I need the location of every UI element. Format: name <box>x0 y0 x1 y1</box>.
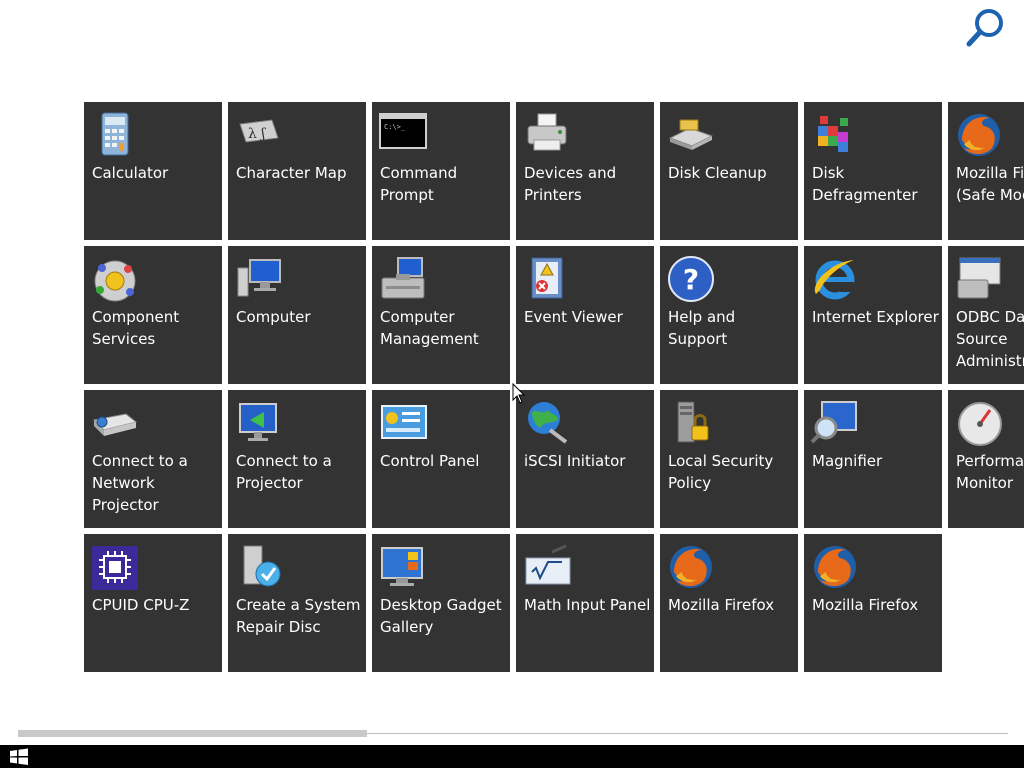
tile-label: Component Services <box>92 308 180 348</box>
tile-label: Computer <box>236 308 311 326</box>
windows-logo-icon <box>10 748 28 765</box>
tile-label: Magnifier <box>812 452 883 470</box>
character-map-icon: λ ʃ <box>239 119 279 143</box>
tile-label: Disk Defragmenter <box>812 164 918 204</box>
firefox-icon <box>958 114 1000 156</box>
tile-label: Performan Monitor <box>956 452 1024 492</box>
tile-mozilla-firefox-1[interactable]: Mozilla Firefox <box>660 534 798 672</box>
svg-text:?: ? <box>683 263 699 296</box>
computer-management-icon <box>381 257 425 299</box>
tile-label: CPUID CPU-Z <box>92 596 190 614</box>
tile-connect-network-projector[interactable]: Connect to a Network Projector <box>84 390 222 528</box>
tile-create-system-repair-disc[interactable]: Create a System Repair Disc <box>228 534 366 672</box>
printer-icon <box>527 113 567 151</box>
search-button[interactable] <box>962 6 1010 50</box>
odbc-icon <box>957 257 1001 299</box>
firefox-icon <box>670 546 712 588</box>
horizontal-scrollbar-thumb[interactable] <box>18 730 367 737</box>
tile-label: Desktop Gadget Gallery <box>380 596 502 636</box>
tile-desktop-gadget-gallery[interactable]: Desktop Gadget Gallery <box>372 534 510 672</box>
tile-internet-explorer[interactable]: Internet Explorer <box>804 246 942 384</box>
tile-label: Calculator <box>92 164 169 182</box>
tile-label: Mozilla Fi (Safe Mod <box>956 164 1024 204</box>
tile-devices-and-printers[interactable]: Devices and Printers <box>516 102 654 240</box>
tile-label: Character Map <box>236 164 347 182</box>
tile-label: Connect to a Network Projector <box>92 452 188 514</box>
tile-label: Help and Support <box>668 308 736 348</box>
projector-icon <box>239 403 277 441</box>
cpu-z-icon <box>92 546 138 590</box>
tile-cpuid-cpu-z[interactable]: CPUID CPU-Z <box>84 534 222 672</box>
svg-text:C:\>_: C:\>_ <box>384 123 406 131</box>
tile-label: Devices and Printers <box>524 164 617 204</box>
firefox-icon <box>814 546 856 588</box>
search-icon <box>966 9 1003 47</box>
tile-performance-monitor[interactable]: Performan Monitor <box>948 390 1024 528</box>
tile-label: ODBC Dat Source Administr <box>956 308 1024 370</box>
tile-label: Mozilla Firefox <box>812 596 919 614</box>
tile-character-map[interactable]: λ ʃ Character Map <box>228 102 366 240</box>
tile-local-security-policy[interactable]: Local Security Policy <box>660 390 798 528</box>
tile-label: Disk Cleanup <box>668 164 767 182</box>
calculator-icon <box>101 112 129 156</box>
internet-explorer-icon <box>814 260 855 300</box>
control-panel-icon <box>381 405 427 439</box>
disk-defragmenter-icon <box>818 116 848 152</box>
tile-iscsi-initiator[interactable]: iSCSI Initiator <box>516 390 654 528</box>
tile-disk-cleanup[interactable]: Disk Cleanup <box>660 102 798 240</box>
tile-magnifier[interactable]: Magnifier <box>804 390 942 528</box>
magnifier-icon <box>810 401 857 444</box>
tile-label: Computer Management <box>380 308 479 348</box>
tile-label: Event Viewer <box>524 308 623 326</box>
performance-monitor-icon <box>958 402 1002 446</box>
tile-mozilla-firefox-2[interactable]: Mozilla Firefox <box>804 534 942 672</box>
tile-command-prompt[interactable]: C:\>_ Command Prompt <box>372 102 510 240</box>
component-services-icon <box>94 260 136 302</box>
tile-label: Control Panel <box>380 452 480 470</box>
repair-disc-icon <box>243 545 281 587</box>
help-icon: ? <box>668 256 714 302</box>
tile-label: Local Security Policy <box>668 452 774 492</box>
tile-label: Math Input Panel <box>524 596 651 614</box>
tile-label: Internet Explorer <box>812 308 939 326</box>
security-policy-icon <box>677 401 709 443</box>
tile-component-services[interactable]: Component Services <box>84 246 222 384</box>
tile-label: iSCSI Initiator <box>524 452 626 470</box>
tile-help-and-support[interactable]: ? Help and Support <box>660 246 798 384</box>
tile-event-viewer[interactable]: Event Viewer <box>516 246 654 384</box>
tile-calculator[interactable]: Calculator <box>84 102 222 240</box>
tile-label: Command Prompt <box>380 164 458 204</box>
iscsi-icon <box>528 402 568 444</box>
start-button[interactable] <box>8 747 30 767</box>
gadget-gallery-icon <box>381 547 423 586</box>
tile-disk-defragmenter[interactable]: Disk Defragmenter <box>804 102 942 240</box>
tile-math-input-panel[interactable]: Math Input Panel <box>516 534 654 672</box>
taskbar <box>0 745 1024 768</box>
math-input-icon <box>525 544 571 585</box>
computer-icon <box>237 259 281 297</box>
tile-mozilla-firefox-safe-mode[interactable]: Mozilla Fi (Safe Mod <box>948 102 1024 240</box>
tile-label: Connect to a Projector <box>236 452 332 492</box>
tile-connect-projector[interactable]: Connect to a Projector <box>228 390 366 528</box>
tile-label: Mozilla Firefox <box>668 596 775 614</box>
disk-cleanup-icon <box>668 119 714 150</box>
svg-text:λ ʃ: λ ʃ <box>248 126 266 142</box>
tile-control-panel[interactable]: Control Panel <box>372 390 510 528</box>
tile-computer[interactable]: Computer <box>228 246 366 384</box>
tile-odbc-data-source[interactable]: ODBC Dat Source Administr <box>948 246 1024 384</box>
command-prompt-icon: C:\>_ <box>379 113 427 149</box>
event-viewer-icon <box>531 257 563 299</box>
network-projector-icon <box>92 413 138 436</box>
app-grid: Calculator λ ʃ Character Map C:\>_ Comma… <box>0 0 1024 740</box>
tile-computer-management[interactable]: Computer Management <box>372 246 510 384</box>
tile-label: Create a System Repair Disc <box>236 596 361 636</box>
